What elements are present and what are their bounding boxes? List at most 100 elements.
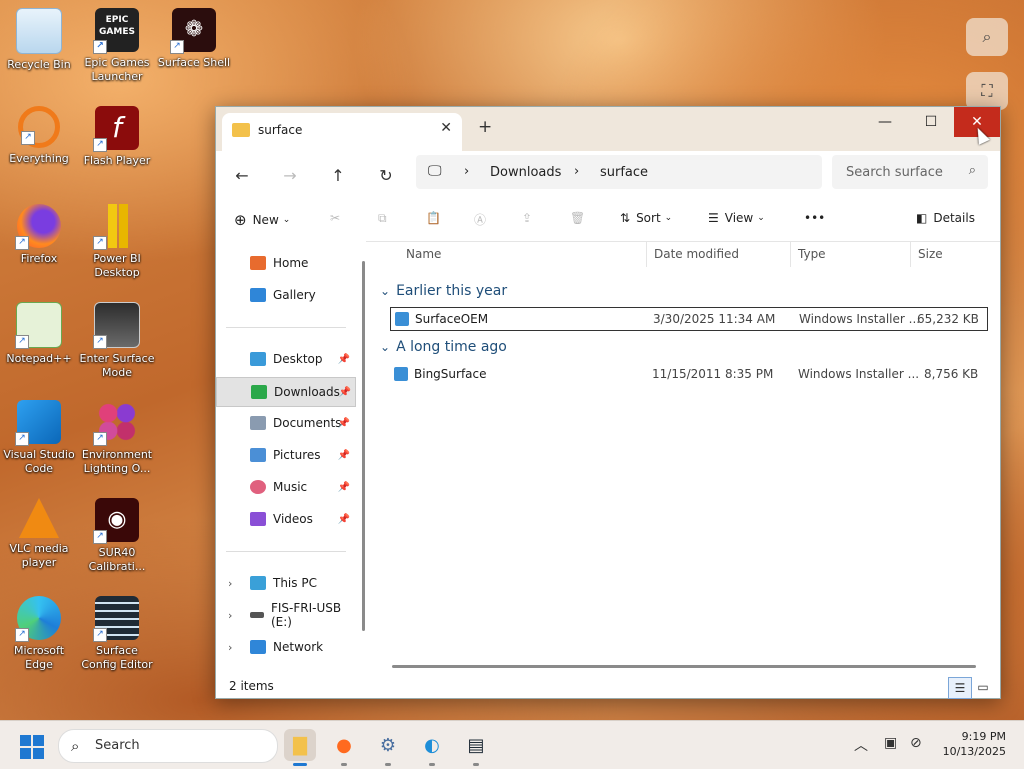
search-box[interactable]: Search surface ⌕	[832, 155, 988, 189]
view-button[interactable]: ☰ View ⌄	[708, 211, 765, 225]
sidebar-scrollbar[interactable]	[362, 261, 365, 631]
desktop-icon-flash-player[interactable]: f ↗ Flash Player	[78, 106, 156, 168]
minimize-button[interactable]: —	[862, 107, 908, 137]
sidebar-divider	[226, 551, 346, 552]
column-header-type[interactable]: Type	[798, 247, 826, 261]
sidebar-item-this-pc[interactable]: › This PC	[216, 569, 354, 597]
desktop-icon-firefox[interactable]: ↗ Firefox	[0, 204, 78, 266]
column-divider[interactable]	[790, 241, 791, 267]
column-divider[interactable]	[910, 241, 911, 267]
desktop-icon-edge[interactable]: ↗ Microsoft Edge	[0, 596, 78, 672]
shortcut-arrow-icon: ↗	[93, 236, 107, 250]
more-options-button[interactable]: •••	[804, 211, 825, 225]
paste-icon[interactable]: 📋	[426, 211, 441, 225]
desktop-icon-label: Notepad++	[6, 352, 72, 365]
sidebar-item-label: Desktop	[273, 352, 323, 366]
breadcrumb-downloads[interactable]: Downloads	[490, 165, 561, 180]
explorer-tab[interactable]: surface ✕	[222, 113, 462, 151]
new-tab-button[interactable]: +	[478, 117, 492, 137]
file-row[interactable]: SurfaceOEM 3/30/2025 11:34 AM Windows In…	[390, 307, 988, 331]
address-bar[interactable]: 🖵 › Downloads › surface	[416, 155, 822, 189]
desktop-icon-label: Microsoft Edge	[13, 644, 65, 671]
desktop-icon-recycle-bin[interactable]: Recycle Bin	[0, 8, 78, 72]
column-header-date-modified[interactable]: Date modified	[654, 247, 739, 261]
desktop-icon-sur40-calibration[interactable]: ◉ ↗ SUR40 Calibrati...	[78, 498, 156, 574]
details-view-button[interactable]: ☰	[948, 677, 972, 699]
chevron-right-icon[interactable]: ›	[228, 609, 232, 622]
visual-search-button[interactable]: ⌕	[966, 18, 1008, 56]
config-editor-icon: ↗	[93, 596, 139, 642]
shortcut-arrow-icon: ↗	[15, 628, 29, 642]
rename-icon[interactable]: Ⓐ	[474, 211, 486, 228]
share-icon[interactable]: ⇪	[522, 211, 532, 225]
shortcut-arrow-icon: ↗	[93, 335, 107, 349]
desktop-icon-label: Flash Player	[83, 154, 151, 167]
tab-close-icon[interactable]: ✕	[440, 120, 452, 136]
details-pane-button[interactable]: ◧ Details	[916, 211, 975, 225]
running-indicator	[293, 763, 307, 766]
taskbar: ⌕ Search ▇ ● ⚙ ◐ ▤ ︿ ▣ ⊘ 9:19 PM 10/13/2…	[0, 720, 1024, 769]
taskbar-search[interactable]: ⌕ Search	[58, 729, 278, 763]
start-button[interactable]	[20, 735, 44, 759]
sidebar-item-music[interactable]: Music 📌	[216, 473, 354, 501]
column-header-name[interactable]: Name	[406, 247, 441, 261]
desktop-icon-power-bi[interactable]: ↗ Power BI Desktop	[78, 204, 156, 280]
chevron-right-icon[interactable]: ›	[228, 641, 232, 654]
forward-arrow-icon[interactable]: →	[276, 161, 304, 189]
new-button[interactable]: ⊕ New ⌄	[234, 211, 290, 229]
copy-icon[interactable]: ⧉	[378, 211, 387, 226]
chevron-up-icon[interactable]: ︿	[854, 735, 868, 755]
desktop-icon-everything[interactable]: ↗ Everything	[0, 106, 78, 166]
network-disconnected-icon[interactable]: ⊘	[910, 735, 922, 751]
desktop-icon-environment-lighting[interactable]: ↗ Environment Lighting O...	[78, 400, 156, 476]
sidebar-item-downloads[interactable]: Downloads 📌	[216, 377, 356, 407]
desktop-icon-vscode[interactable]: ↗ Visual Studio Code	[0, 400, 78, 476]
sidebar-item-usb-drive[interactable]: › FIS-FRI-USB (E:)	[216, 601, 354, 629]
horizontal-scrollbar[interactable]	[392, 665, 976, 668]
screen-capture-button[interactable]: ⛶	[966, 72, 1008, 110]
sidebar-item-videos[interactable]: Videos 📌	[216, 505, 354, 533]
desktop-icon-notepad-plus-plus[interactable]: ↗ Notepad++	[0, 302, 78, 366]
taskbar-search-input[interactable]: Search	[95, 738, 140, 753]
refresh-icon[interactable]: ↻	[372, 161, 400, 189]
cut-icon[interactable]: ✂	[330, 211, 340, 225]
capture-frame-icon: ⛶	[981, 81, 993, 100]
tiles-view-button[interactable]: ▭	[972, 677, 994, 697]
desktop-icon-epic-games[interactable]: EPIC GAMES ↗ Epic Games Launcher	[78, 8, 156, 84]
desktop-icon-enter-surface-mode[interactable]: ↗ Enter Surface Mode	[78, 302, 156, 380]
taskbar-settings[interactable]: ⚙	[372, 729, 404, 766]
taskbar-config-editor[interactable]: ▤	[460, 729, 492, 766]
sidebar-item-gallery[interactable]: Gallery	[216, 281, 354, 309]
group-header-a-long-time-ago[interactable]: ⌄ A long time ago	[380, 339, 507, 355]
sidebar-item-home[interactable]: Home	[216, 249, 354, 277]
breadcrumb-surface[interactable]: surface	[600, 165, 648, 180]
column-divider[interactable]	[646, 241, 647, 267]
system-clock[interactable]: 9:19 PM 10/13/2025	[940, 729, 1006, 759]
desktop-icon-vlc[interactable]: VLC media player	[0, 498, 78, 570]
everything-search-icon: ↗	[18, 106, 60, 148]
desktop-icon-surface-config-editor[interactable]: ↗ Surface Config Editor	[78, 596, 156, 672]
taskbar-edge[interactable]: ◐	[416, 729, 448, 766]
sidebar-item-network[interactable]: › Network	[216, 633, 354, 661]
sort-button[interactable]: ⇅ Sort ⌄	[620, 211, 672, 225]
taskbar-firefox[interactable]: ●	[328, 729, 360, 766]
column-header-size[interactable]: Size	[918, 247, 943, 261]
pictures-icon	[250, 448, 266, 462]
desktop-icon-surface-shell[interactable]: ❁ ↗ Surface Shell	[155, 8, 233, 70]
tablet-mode-icon[interactable]: ▣	[884, 735, 897, 751]
chevron-right-icon[interactable]: ›	[228, 577, 232, 590]
group-header-earlier-this-year[interactable]: ⌄ Earlier this year	[380, 283, 507, 299]
file-row[interactable]: BingSurface 11/15/2011 8:35 PM Windows I…	[390, 363, 986, 385]
desktop-icon-label: Recycle Bin	[7, 58, 71, 71]
search-input[interactable]: Search surface	[846, 165, 943, 180]
delete-icon[interactable]: 🗑	[570, 211, 585, 225]
sidebar-item-desktop[interactable]: Desktop 📌	[216, 345, 354, 373]
maximize-button[interactable]: ☐	[908, 107, 954, 137]
desktop-icon-label: SUR40 Calibrati...	[88, 546, 146, 573]
up-arrow-icon[interactable]: ↑	[324, 161, 352, 189]
surface-shell-icon: ❁ ↗	[170, 8, 216, 54]
sidebar-item-pictures[interactable]: Pictures 📌	[216, 441, 354, 469]
taskbar-file-explorer[interactable]: ▇	[284, 729, 316, 766]
back-arrow-icon[interactable]: ←	[228, 161, 256, 189]
sidebar-item-documents[interactable]: Documents 📌	[216, 409, 354, 437]
